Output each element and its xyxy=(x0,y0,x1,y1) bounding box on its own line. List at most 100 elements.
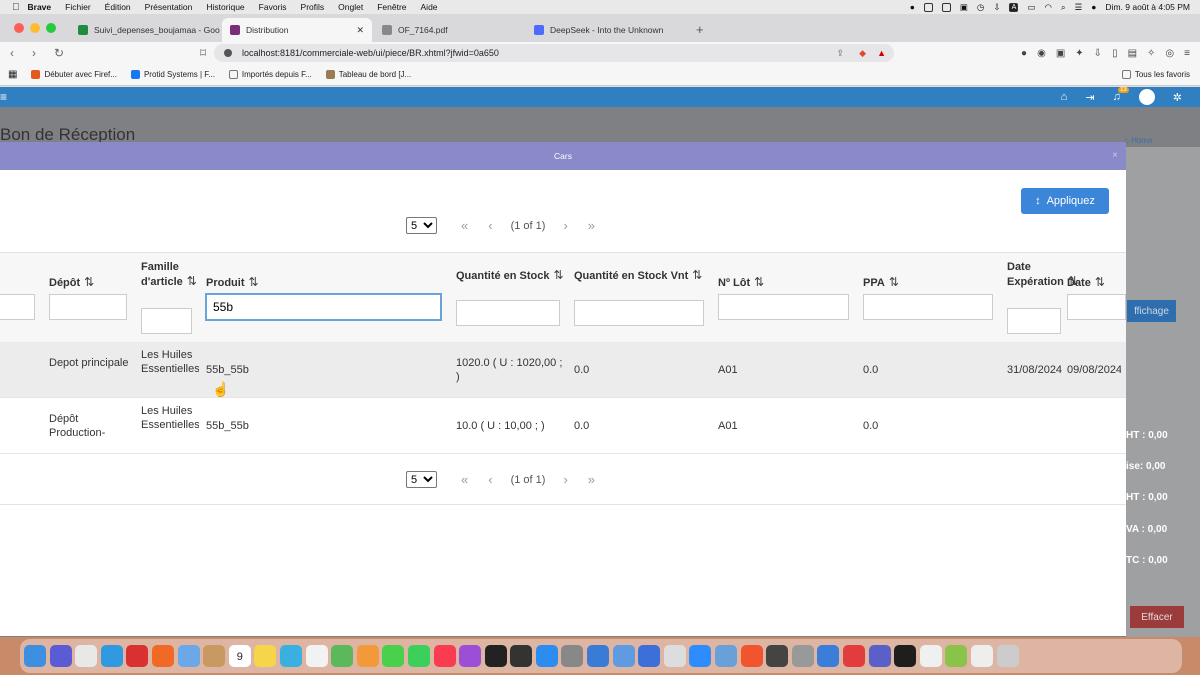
extension-3-icon[interactable]: ▣ xyxy=(1056,48,1065,59)
url-field[interactable]: localhost:8181/commerciale-web/ui/piece/… xyxy=(214,44,894,62)
dock-android-icon[interactable] xyxy=(945,645,968,667)
dock-camera-icon[interactable] xyxy=(766,645,789,667)
record-icon[interactable]: ● xyxy=(910,2,915,12)
col-ppa-header[interactable]: PPA ⇅ xyxy=(863,275,899,290)
dock-keynote-icon[interactable] xyxy=(638,645,661,667)
search-icon[interactable]: ⌕ xyxy=(1061,2,1066,13)
dock-reminders-icon[interactable] xyxy=(305,645,328,667)
back-icon[interactable]: ‹ xyxy=(10,46,22,60)
dock-freeform-icon[interactable] xyxy=(279,645,302,667)
extension-2-icon[interactable]: ◉ xyxy=(1037,48,1046,59)
dock-messages-icon[interactable] xyxy=(382,645,405,667)
next-page-icon[interactable]: › xyxy=(563,472,567,487)
lock-status-icon[interactable]: ▣ xyxy=(960,2,968,13)
bookmark-all-favorites[interactable]: Tous les favoris xyxy=(1121,70,1190,79)
notifications-bell-icon[interactable]: ♫ 13 xyxy=(1113,87,1129,103)
maximize-window-button[interactable] xyxy=(46,23,56,33)
menubar-clock[interactable]: Dim. 9 août à 4:05 PM xyxy=(1105,2,1190,12)
filter-famille-input[interactable] xyxy=(141,308,192,334)
filter-depot-input[interactable] xyxy=(49,294,127,320)
apply-button[interactable]: ↕ Appliquez xyxy=(1021,188,1109,214)
last-page-icon[interactable]: » xyxy=(588,218,595,233)
dock-launchpad-icon[interactable] xyxy=(75,645,98,667)
extensions-puzzle-icon[interactable]: ✦ xyxy=(1075,48,1083,59)
shield-status-icon[interactable] xyxy=(923,2,933,12)
first-page-icon[interactable]: « xyxy=(461,472,468,487)
history-status-icon[interactable]: ◷ xyxy=(977,2,984,13)
rows-per-page-select[interactable]: 5 xyxy=(406,217,437,234)
menu-presentation[interactable]: Présentation xyxy=(145,2,193,12)
dock-brave-icon[interactable] xyxy=(740,645,763,667)
dock-tv-icon[interactable] xyxy=(484,645,507,667)
dock-zoom-icon[interactable] xyxy=(689,645,712,667)
rows-per-page-select[interactable]: 5 xyxy=(406,471,437,488)
leo-icon[interactable]: ✧ xyxy=(1147,48,1155,59)
sort-icon[interactable]: ⇅ xyxy=(84,275,94,289)
filter-produit-input[interactable] xyxy=(205,293,442,321)
col-famille-header[interactable]: Famille d'article ⇅ xyxy=(141,260,201,289)
forward-icon[interactable]: › xyxy=(32,46,44,60)
prev-page-icon[interactable]: ‹ xyxy=(488,218,492,233)
tab-of-pdf[interactable]: OF_7164.pdf xyxy=(374,18,524,42)
bookmark-protid[interactable]: Protid Systems | F... xyxy=(130,70,215,79)
sidebar-icon[interactable]: ▯ xyxy=(1112,48,1118,59)
col-qte-stock-vnt-header[interactable]: Quantité en Stock Vnt ⇅ xyxy=(574,268,704,283)
menu-fichier[interactable]: Fichier xyxy=(65,2,91,12)
bookmark-firefox[interactable]: Débuter avec Firef... xyxy=(31,70,117,79)
dock-terminal-icon[interactable] xyxy=(510,645,533,667)
dock-finder-icon[interactable] xyxy=(24,645,46,667)
dock-firefox-icon[interactable] xyxy=(151,645,174,667)
vpn-icon[interactable]: ◎ xyxy=(1165,48,1174,59)
background-display-button[interactable]: ffichage xyxy=(1127,300,1176,322)
dock-anydesk-icon[interactable] xyxy=(843,645,865,667)
filter-date-input[interactable] xyxy=(1067,294,1126,320)
table-row[interactable]: Depot principale Les Huiles Essentielles… xyxy=(0,342,1126,398)
dock-help-icon[interactable] xyxy=(663,645,686,667)
tab-distribution[interactable]: Distribution ✕ xyxy=(222,18,372,42)
filter-code-input[interactable] xyxy=(0,294,35,320)
table-row[interactable]: Dépôt Production- Les Huiles Essentielle… xyxy=(0,398,1126,454)
sort-icon[interactable]: ⇅ xyxy=(889,275,899,289)
sort-icon[interactable]: ⇅ xyxy=(1095,275,1105,289)
menu-profils[interactable]: Profils xyxy=(301,2,325,12)
avatar[interactable] xyxy=(1138,89,1155,105)
bookmark-imported[interactable]: Importés depuis F... xyxy=(228,70,312,79)
apple-icon[interactable]:  xyxy=(12,2,20,13)
sort-icon[interactable]: ⇅ xyxy=(692,268,702,282)
dock-teams-icon[interactable] xyxy=(868,645,891,667)
dock-settings-icon[interactable] xyxy=(561,645,584,667)
dock-browser-icon[interactable] xyxy=(715,645,738,667)
dock-notes-icon[interactable] xyxy=(254,645,277,667)
col-depot-header[interactable]: Dépôt ⇅ xyxy=(49,275,94,290)
col-lot-header[interactable]: Nº Lôt ⇅ xyxy=(718,275,764,290)
last-page-icon[interactable]: » xyxy=(588,472,595,487)
menu-edition[interactable]: Édition xyxy=(105,2,131,12)
dock-siri-icon[interactable] xyxy=(49,645,72,667)
wallet-icon[interactable]: ▤ xyxy=(1128,48,1137,59)
sort-icon[interactable]: ⇅ xyxy=(249,275,259,289)
settings-gear-icon[interactable]: ✲ xyxy=(1173,91,1182,104)
menu-fenetre[interactable]: Fenêtre xyxy=(377,2,406,12)
dock-mail-icon[interactable] xyxy=(177,645,200,667)
extension-1-icon[interactable]: ● xyxy=(1021,48,1027,59)
dock-podcasts-icon[interactable] xyxy=(459,645,482,667)
dock-calculator-icon[interactable] xyxy=(791,645,814,667)
close-tab-icon[interactable]: ✕ xyxy=(356,25,364,36)
user-status-icon[interactable]: ● xyxy=(1091,2,1096,12)
download-status-icon[interactable]: ⇩ xyxy=(993,2,1000,13)
sort-icon[interactable]: ⇅ xyxy=(554,268,564,282)
control-center-icon[interactable]: ☰ xyxy=(1075,2,1083,13)
dock-downloads-icon[interactable] xyxy=(970,645,993,667)
menu-favoris[interactable]: Favoris xyxy=(259,2,287,12)
first-page-icon[interactable]: « xyxy=(461,218,468,233)
col-date-header[interactable]: Date ⇅ xyxy=(1067,275,1105,290)
filter-qte-stock-input[interactable] xyxy=(456,300,560,326)
share-icon[interactable]: ⇪ xyxy=(836,48,844,59)
menu-aide[interactable]: Aide xyxy=(421,2,438,12)
menu-historique[interactable]: Historique xyxy=(206,2,244,12)
dock-facetime-icon[interactable] xyxy=(407,645,430,667)
sort-icon[interactable]: ⇅ xyxy=(754,275,764,289)
dock-safari-icon[interactable] xyxy=(100,645,123,667)
browser-menu-icon[interactable]: ≡ xyxy=(1184,48,1190,59)
dock-appstore-icon[interactable] xyxy=(535,645,558,667)
